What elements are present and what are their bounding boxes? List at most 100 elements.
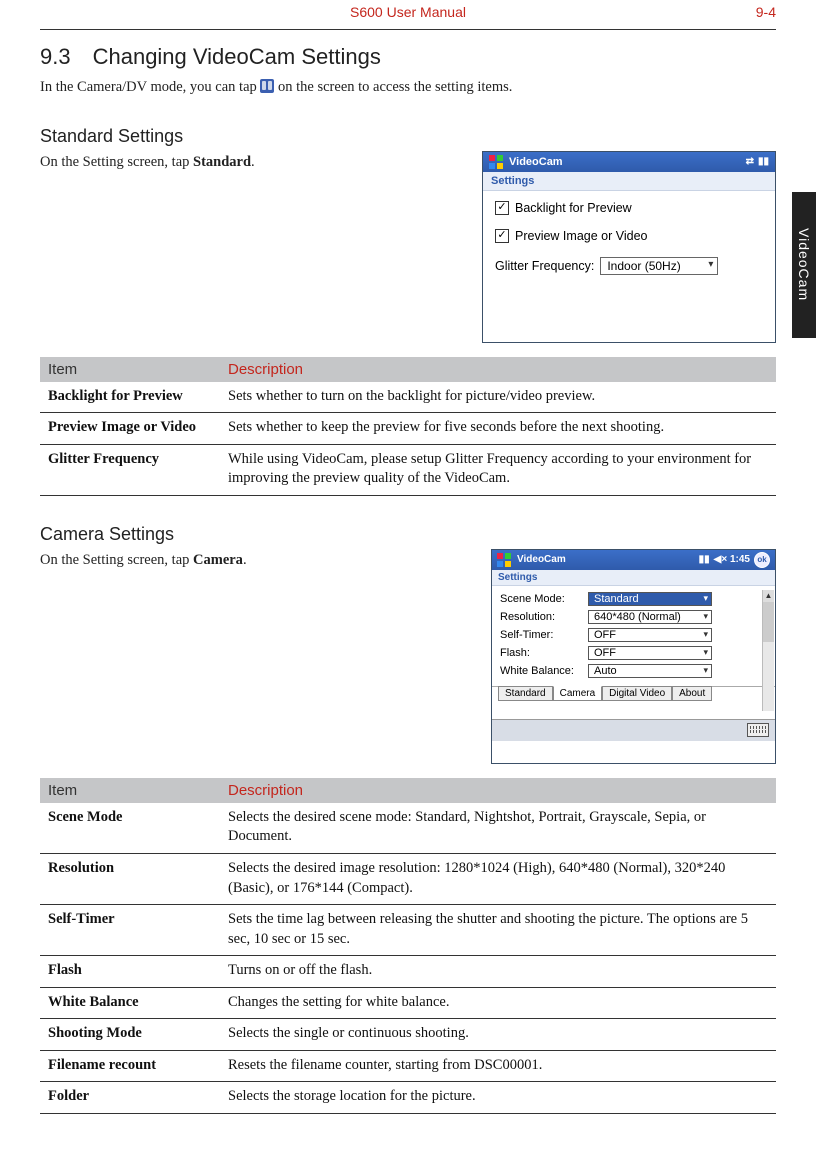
speaker-icon: ◀× 1:45 bbox=[714, 554, 750, 565]
table-row: ResolutionSelects the desired image reso… bbox=[40, 853, 776, 904]
table-cell-item: Preview Image or Video bbox=[40, 413, 220, 445]
table-cell-item: Scene Mode bbox=[40, 803, 220, 854]
camera-lead-after: . bbox=[243, 552, 247, 568]
ss2-titlebar: VideoCam ▮▮ ◀× 1:45 ok bbox=[492, 550, 775, 570]
table-cell-description: Selects the storage location for the pic… bbox=[220, 1082, 776, 1114]
form-label: Scene Mode: bbox=[500, 593, 588, 605]
table-row: Self-TimerSets the time lag between rele… bbox=[40, 905, 776, 956]
form-select[interactable]: 640*480 (Normal) bbox=[588, 610, 712, 624]
backlight-checkbox-row[interactable]: ✓ Backlight for Preview bbox=[495, 201, 763, 215]
camera-settings-heading: Camera Settings bbox=[40, 524, 776, 545]
glitter-frequency-row: Glitter Frequency: Indoor (50Hz) bbox=[495, 257, 763, 275]
ss2-bottom-bar bbox=[492, 719, 775, 741]
table-cell-item: Shooting Mode bbox=[40, 1019, 220, 1051]
camera-screenshot: VideoCam ▮▮ ◀× 1:45 ok Settings Scene Mo… bbox=[491, 549, 776, 764]
sync-icon: ⇄ bbox=[746, 156, 754, 167]
table-row: Preview Image or VideoSets whether to ke… bbox=[40, 413, 776, 445]
section-intro-after: on the screen to access the setting item… bbox=[274, 79, 512, 95]
section-intro: In the Camera/DV mode, you can tap on th… bbox=[40, 78, 776, 98]
table-header-item: Item bbox=[40, 778, 220, 803]
form-select[interactable]: Auto bbox=[588, 664, 712, 678]
windows-logo-icon bbox=[489, 155, 503, 169]
table-row: White BalanceChanges the setting for whi… bbox=[40, 987, 776, 1019]
standard-lead-before: On the Setting screen, tap bbox=[40, 154, 193, 170]
table-cell-item: Flash bbox=[40, 956, 220, 988]
section-heading: 9.3 Changing VideoCam Settings bbox=[40, 44, 776, 70]
preview-checkbox-row[interactable]: ✓ Preview Image or Video bbox=[495, 229, 763, 243]
form-select[interactable]: Standard bbox=[588, 592, 712, 606]
table-cell-description: While using VideoCam, please setup Glitt… bbox=[220, 444, 776, 495]
form-label: Self-Timer: bbox=[500, 629, 588, 641]
glitter-frequency-select[interactable]: Indoor (50Hz) bbox=[600, 257, 718, 275]
tab-standard[interactable]: Standard bbox=[498, 686, 553, 701]
form-row: Resolution:640*480 (Normal) bbox=[500, 610, 767, 624]
table-cell-description: Resets the filename counter, starting fr… bbox=[220, 1050, 776, 1082]
glitter-frequency-label: Glitter Frequency: bbox=[495, 259, 594, 273]
table-cell-description: Selects the single or continuous shootin… bbox=[220, 1019, 776, 1051]
table-cell-description: Changes the setting for white balance. bbox=[220, 987, 776, 1019]
table-header-description: Description bbox=[220, 778, 776, 803]
form-row: Scene Mode:Standard bbox=[500, 592, 767, 606]
scroll-thumb[interactable] bbox=[763, 602, 774, 642]
table-row: FolderSelects the storage location for t… bbox=[40, 1082, 776, 1114]
keyboard-icon[interactable] bbox=[747, 723, 769, 737]
standard-screenshot: VideoCam ⇄ ▮▮ Settings ✓ Backlight for P… bbox=[482, 151, 776, 343]
ss2-subtitle: Settings bbox=[492, 570, 775, 586]
header-title: S600 User Manual bbox=[350, 4, 466, 20]
side-tab-videocam: VideoCam bbox=[792, 192, 816, 338]
table-cell-item: Self-Timer bbox=[40, 905, 220, 956]
ss1-titlebar: VideoCam ⇄ ▮▮ bbox=[483, 152, 775, 172]
ss1-subtitle: Settings bbox=[483, 172, 775, 191]
table-cell-item: Folder bbox=[40, 1082, 220, 1114]
table-cell-description: Sets whether to turn on the backlight fo… bbox=[220, 382, 776, 413]
camera-lead-bold: Camera bbox=[193, 552, 243, 568]
ss2-title-text: VideoCam bbox=[517, 554, 566, 565]
form-row: White Balance:Auto bbox=[500, 664, 767, 678]
table-row: Backlight for PreviewSets whether to tur… bbox=[40, 382, 776, 413]
ss1-title-text: VideoCam bbox=[509, 156, 563, 168]
ss1-status-icons: ⇄ ▮▮ bbox=[746, 156, 769, 167]
table-cell-description: Sets whether to keep the preview for fiv… bbox=[220, 413, 776, 445]
form-select[interactable]: OFF bbox=[588, 628, 712, 642]
signal-icon: ▮▮ bbox=[758, 156, 769, 167]
tab-digital-video[interactable]: Digital Video bbox=[602, 686, 672, 701]
header-page-number: 9-4 bbox=[756, 4, 776, 20]
form-select[interactable]: OFF bbox=[588, 646, 712, 660]
ss2-status-area: ▮▮ ◀× 1:45 ok bbox=[699, 552, 770, 568]
scroll-up-icon[interactable]: ▲ bbox=[763, 590, 774, 602]
table-cell-item: White Balance bbox=[40, 987, 220, 1019]
table-cell-description: Selects the desired image resolution: 12… bbox=[220, 853, 776, 904]
tab-camera[interactable]: Camera bbox=[553, 686, 603, 701]
form-label: Flash: bbox=[500, 647, 588, 659]
camera-lead-before: On the Setting screen, tap bbox=[40, 552, 193, 568]
form-row: Flash:OFF bbox=[500, 646, 767, 660]
preview-checkbox-label: Preview Image or Video bbox=[515, 229, 647, 243]
ok-button[interactable]: ok bbox=[754, 552, 770, 568]
camera-lead-text: On the Setting screen, tap Camera. bbox=[40, 549, 471, 571]
table-row: FlashTurns on or off the flash. bbox=[40, 956, 776, 988]
signal-icon: ▮▮ bbox=[699, 554, 710, 565]
checkbox-icon[interactable]: ✓ bbox=[495, 201, 509, 215]
table-row: Glitter FrequencyWhile using VideoCam, p… bbox=[40, 444, 776, 495]
table-row: Scene ModeSelects the desired scene mode… bbox=[40, 803, 776, 854]
table-header-description: Description bbox=[220, 357, 776, 382]
section-number: 9.3 bbox=[40, 44, 71, 70]
form-label: Resolution: bbox=[500, 611, 588, 623]
form-row: Self-Timer:OFF bbox=[500, 628, 767, 642]
settings-tool-icon bbox=[260, 79, 274, 93]
table-cell-item: Filename recount bbox=[40, 1050, 220, 1082]
table-cell-description: Sets the time lag between releasing the … bbox=[220, 905, 776, 956]
section-title: Changing VideoCam Settings bbox=[93, 44, 381, 69]
windows-logo-icon bbox=[497, 553, 511, 567]
checkbox-icon[interactable]: ✓ bbox=[495, 229, 509, 243]
tab-about[interactable]: About bbox=[672, 686, 712, 701]
table-cell-item: Backlight for Preview bbox=[40, 382, 220, 413]
table-row: Filename recountResets the filename coun… bbox=[40, 1050, 776, 1082]
table-header-item: Item bbox=[40, 357, 220, 382]
table-cell-item: Resolution bbox=[40, 853, 220, 904]
camera-settings-table: Item Description Scene ModeSelects the d… bbox=[40, 778, 776, 1114]
table-row: Shooting ModeSelects the single or conti… bbox=[40, 1019, 776, 1051]
backlight-checkbox-label: Backlight for Preview bbox=[515, 201, 632, 215]
table-cell-item: Glitter Frequency bbox=[40, 444, 220, 495]
scrollbar[interactable]: ▲ bbox=[762, 590, 774, 711]
